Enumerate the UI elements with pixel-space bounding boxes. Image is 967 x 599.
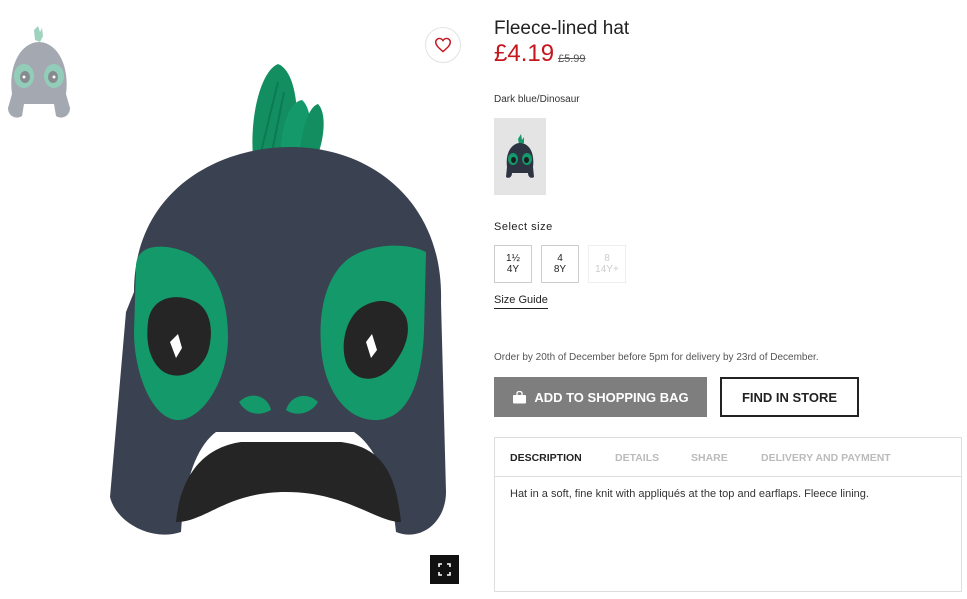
add-to-bag-label: ADD TO SHOPPING BAG: [534, 389, 689, 405]
fullscreen-icon: [438, 563, 451, 576]
fullscreen-button[interactable]: [430, 555, 459, 584]
heart-icon: [434, 37, 452, 53]
hat-image: [110, 64, 446, 535]
add-to-favorites-button[interactable]: [425, 27, 461, 63]
delivery-note: Order by 20th of December before 5pm for…: [494, 352, 819, 363]
size-option-line2: 4Y: [506, 264, 520, 275]
size-option-4-8y[interactable]: 4 8Y: [541, 245, 579, 283]
color-name: Dark blue/Dinosaur: [494, 94, 580, 105]
size-guide-link[interactable]: Size Guide: [494, 294, 548, 309]
gallery-thumbnail[interactable]: [4, 24, 74, 124]
size-option-line2: 8Y: [553, 264, 567, 275]
description-text: Hat in a soft, fine knit with appliqués …: [510, 488, 869, 500]
product-main-image: [96, 52, 466, 552]
size-option-line2: 14Y+: [595, 264, 619, 275]
size-option-8-14y-unavailable: 8 14Y+: [588, 245, 626, 283]
size-option-1-5-4y[interactable]: 1½ 4Y: [494, 245, 532, 283]
size-option-line1: 4: [557, 253, 563, 264]
product-title: Fleece-lined hat: [494, 18, 630, 39]
find-in-store-button[interactable]: FIND IN STORE: [720, 377, 859, 417]
color-swatch[interactable]: [494, 118, 546, 195]
hat-swatch-image: [506, 133, 534, 178]
add-to-bag-button[interactable]: ADD TO SHOPPING BAG: [494, 377, 707, 417]
tab-delivery-and-payment[interactable]: DELIVERY AND PAYMENT: [761, 452, 891, 464]
product-price: £4.19: [494, 40, 555, 67]
tab-share[interactable]: SHARE: [691, 452, 728, 464]
tab-description[interactable]: DESCRIPTION: [510, 452, 582, 464]
tab-details[interactable]: DETAILS: [615, 452, 659, 464]
hat-thumbnail-image: [8, 26, 70, 118]
product-tabs: DESCRIPTION DETAILS SHARE DELIVERY AND P…: [494, 437, 962, 592]
size-option-line1: 8: [604, 253, 610, 264]
original-price: £5.99: [558, 53, 586, 65]
size-option-line1: 1½: [506, 253, 520, 264]
tab-list: DESCRIPTION DETAILS SHARE DELIVERY AND P…: [495, 438, 961, 477]
shopping-bag-icon: [513, 390, 527, 403]
select-size-label: Select size: [494, 221, 553, 233]
